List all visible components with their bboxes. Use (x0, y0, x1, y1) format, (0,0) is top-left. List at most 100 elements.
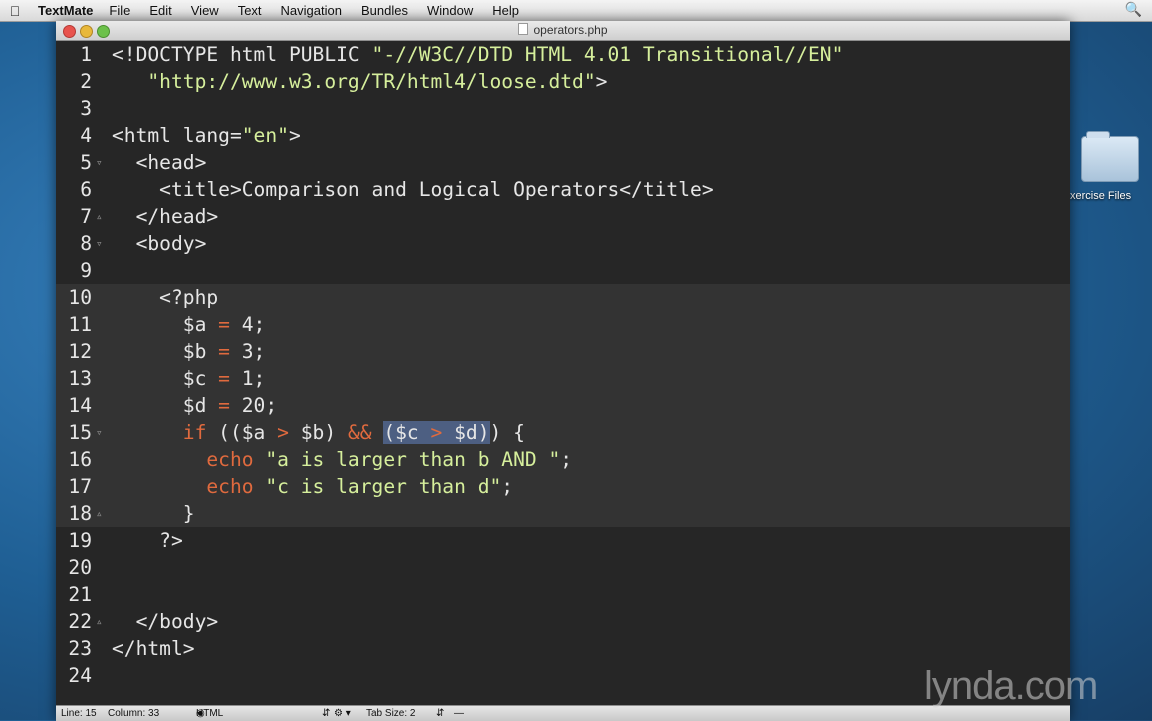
code-line[interactable]: 19 ?> (56, 527, 1070, 554)
menu-navigation[interactable]: Navigation (281, 3, 342, 18)
line-number: 12 (68, 340, 92, 363)
code-text: } (112, 502, 195, 525)
code-text: <!DOCTYPE html PUBLIC "-//W3C//DTD HTML … (112, 43, 844, 66)
editor-window: operators.php 1 <!DOCTYPE html PUBLIC "-/… (56, 21, 1070, 721)
line-number: 24 (68, 664, 92, 687)
desktop-folder[interactable]: xercise Files (1068, 131, 1152, 202)
status-bar: Line: 15 Column: 33 ◉ HTML ⇵ ⚙ ▾ Tab Siz… (56, 705, 1070, 721)
fold-toggle-icon[interactable]: ▿ (96, 149, 103, 176)
menu-app-name[interactable]: TextMate (38, 3, 93, 18)
code-editor[interactable]: 1 <!DOCTYPE html PUBLIC "-//W3C//DTD HTML… (56, 41, 1070, 705)
code-text: $b = 3; (112, 340, 266, 363)
code-text: $a = 4; (112, 313, 266, 336)
code-line[interactable]: 9 (56, 257, 1070, 284)
code-text: $c = 1; (112, 367, 266, 390)
line-number: 17 (68, 475, 92, 498)
folder-icon (1081, 131, 1139, 182)
code-text: $d = 20; (112, 394, 278, 417)
line-number: 1 (80, 43, 92, 66)
menu-help[interactable]: Help (492, 3, 519, 18)
line-number: 11 (68, 313, 92, 336)
line-number: 14 (68, 394, 92, 417)
code-line[interactable]: 1 <!DOCTYPE html PUBLIC "-//W3C//DTD HTML… (56, 41, 1070, 68)
code-text: <html lang="en"> (112, 124, 301, 147)
code-text: <body> (112, 232, 207, 255)
code-line[interactable]: 24 (56, 662, 1070, 689)
settings-gear-icon[interactable]: ⚙ ▾ (334, 706, 351, 721)
line-number: 20 (68, 556, 92, 579)
code-text: </head> (112, 205, 219, 228)
code-text: if (($a > $b) && ($c > $d)) { (182, 421, 525, 444)
spotlight-search-icon[interactable]: 🔍 (1125, 1, 1142, 18)
menu-bar:  TextMate File Edit View Text Navigatio… (0, 0, 1152, 22)
code-line[interactable]: 16 echo "a is larger than b AND "; (56, 446, 1070, 473)
code-line[interactable]: 15 ▿ if (($a > $b) && ($c > $d)) { (56, 419, 1070, 446)
line-number: 8 (80, 232, 92, 255)
fold-toggle-icon[interactable]: ▵ (96, 500, 103, 527)
line-number: 7 (80, 205, 92, 228)
code-text: </body> (112, 610, 219, 633)
fold-toggle-icon[interactable]: ▵ (96, 203, 103, 230)
line-number: 22 (68, 610, 92, 633)
code-line[interactable]: 18 ▵ } (56, 500, 1070, 527)
code-line[interactable]: 22 ▵ </body> (56, 608, 1070, 635)
menu-bundles[interactable]: Bundles (361, 3, 408, 18)
code-line[interactable]: 17 echo "c is larger than d"; (56, 473, 1070, 500)
code-line[interactable]: 7 ▵ </head> (56, 203, 1070, 230)
menu-window[interactable]: Window (427, 3, 473, 18)
line-number: 18 (68, 502, 92, 525)
status-column: Column: 33 (108, 708, 160, 719)
line-number: 13 (68, 367, 92, 390)
menu-edit[interactable]: Edit (149, 3, 171, 18)
code-text: echo "a is larger than b AND "; (206, 448, 573, 471)
code-line[interactable]: 11 $a = 4; (56, 311, 1070, 338)
fold-toggle-icon[interactable]: ▿ (96, 419, 103, 446)
code-line[interactable]: 2 "http://www.w3.org/TR/html4/loose.dtd"… (56, 68, 1070, 95)
title-bar[interactable]: operators.php (56, 21, 1070, 41)
line-number: 3 (80, 97, 92, 120)
apple-menu-icon[interactable]:  (0, 3, 30, 19)
line-number: 4 (80, 124, 92, 147)
document-icon (518, 23, 529, 35)
line-number: 16 (68, 448, 92, 471)
code-line[interactable]: 3 (56, 95, 1070, 122)
code-text: echo "c is larger than d"; (206, 475, 514, 498)
line-number: 6 (80, 178, 92, 201)
fold-toggle-icon[interactable]: ▵ (96, 608, 103, 635)
language-label: HTML (196, 708, 224, 719)
menu-text[interactable]: Text (238, 3, 262, 18)
code-text: <head> (112, 151, 207, 174)
code-line[interactable]: 5 ▿ <head> (56, 149, 1070, 176)
line-number: 21 (68, 583, 92, 606)
code-text: "http://www.w3.org/TR/html4/loose.dtd"> (147, 70, 608, 93)
code-line[interactable]: 23 </html> (56, 635, 1070, 662)
code-line[interactable]: 4 <html lang="en"> (56, 122, 1070, 149)
code-line[interactable]: 10 <?php (56, 284, 1070, 311)
code-text: <?php (112, 286, 219, 309)
status-line: Line: 15 (61, 708, 97, 719)
code-text: <title>Comparison and Logical Operators<… (112, 178, 714, 201)
line-number: 15 (68, 421, 92, 444)
fold-toggle-icon[interactable]: ▿ (96, 230, 103, 257)
code-line[interactable]: 20 (56, 554, 1070, 581)
lynda-watermark: lynda.com (924, 664, 1098, 708)
tab-size-stepper-icon[interactable]: ⇵ (436, 706, 444, 721)
code-line[interactable]: 14 $d = 20; (56, 392, 1070, 419)
menu-view[interactable]: View (191, 3, 219, 18)
language-stepper-icon[interactable]: ⇵ (322, 706, 330, 721)
tab-size-label[interactable]: Tab Size: 2 (366, 706, 415, 721)
line-number: 5 (80, 151, 92, 174)
code-line[interactable]: 8 ▿ <body> (56, 230, 1070, 257)
code-line[interactable]: 21 (56, 581, 1070, 608)
code-line[interactable]: 13 $c = 1; (56, 365, 1070, 392)
line-number: 19 (68, 529, 92, 552)
menu-file[interactable]: File (109, 3, 130, 18)
line-number: 10 (68, 286, 92, 309)
code-text: </html> (112, 637, 195, 660)
line-number: 9 (80, 259, 92, 282)
code-line[interactable]: 12 $b = 3; (56, 338, 1070, 365)
symbol-popup[interactable]: — (454, 706, 464, 721)
desktop-folder-label: xercise Files (1070, 190, 1132, 202)
code-line[interactable]: 6 <title>Comparison and Logical Operator… (56, 176, 1070, 203)
window-title: operators.php (56, 23, 1070, 37)
